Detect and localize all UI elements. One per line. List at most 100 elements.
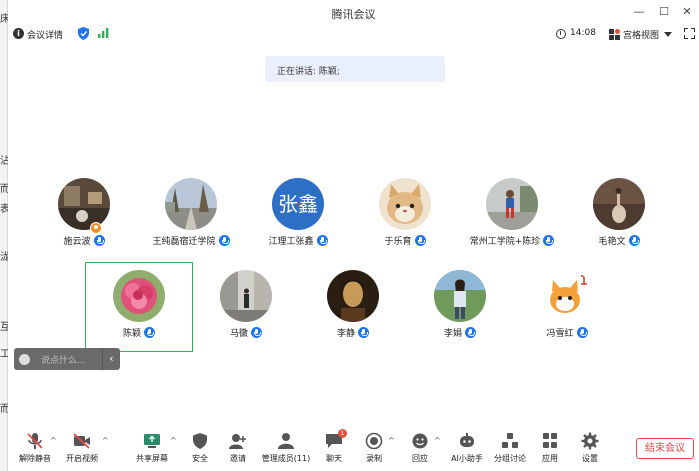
avatar [593, 178, 645, 230]
ai-assistant-button[interactable]: AI小助手 [446, 428, 488, 464]
apps-label: 应用 [542, 454, 558, 463]
collapse-chat-icon[interactable]: ‹ [102, 348, 120, 370]
start-video-label: 开启视频 [66, 454, 98, 463]
chat-input[interactable]: 说点什么... [41, 353, 101, 366]
end-meeting-button[interactable]: 结束会议 [636, 438, 694, 459]
record-icon [365, 432, 383, 450]
shield-icon [193, 433, 207, 449]
participant-name: 王纯磊宿迁学院 [152, 237, 216, 247]
minimize-icon[interactable]: — [632, 5, 646, 19]
settings-button[interactable]: 设置 [576, 428, 604, 464]
unmute-button[interactable]: 解除静音 [14, 428, 56, 464]
speaking-indicator: 正在讲话: 陈颖; [265, 56, 445, 82]
participant-tile[interactable]: 李静 [301, 270, 405, 350]
avatar [379, 178, 431, 230]
close-icon[interactable]: ✕ [680, 5, 694, 19]
mic-icon [576, 327, 588, 338]
participant-name: 毛艳文 [598, 237, 626, 247]
chat-input-box[interactable]: 说点什么... ‹ [14, 348, 120, 370]
unmute-label: 解除静音 [19, 454, 51, 463]
host-icon [90, 222, 102, 234]
ai-assistant-label: AI小助手 [451, 454, 483, 463]
invite-button[interactable]: 邀请 [224, 428, 252, 464]
share-screen-label: 共享屏幕 [136, 454, 168, 463]
security-button[interactable]: 安全 [186, 428, 214, 464]
mic-icon [251, 327, 262, 338]
participant-tile[interactable]: 王纯磊宿迁学院 [139, 178, 243, 258]
reaction-icon [412, 433, 428, 449]
mic-icon [543, 235, 555, 246]
title-bar: 腾讯会议 — ☐ ✕ [8, 0, 699, 26]
share-screen-button[interactable]: 共享屏幕 [132, 428, 172, 464]
grid-view-icon [609, 28, 620, 40]
avatar: 张鑫 [272, 178, 324, 230]
participant-name: 李娟 [443, 329, 462, 339]
avatar [486, 178, 538, 230]
participant-tile[interactable]: 施云波 [32, 178, 136, 258]
record-button[interactable]: 录制 [360, 428, 388, 464]
maximize-icon[interactable]: ☐ [657, 5, 671, 19]
chevron-up-icon[interactable]: ^ [434, 436, 441, 445]
manage-members-label: 管理成员(11) [261, 454, 311, 463]
meeting-window: 腾讯会议 — ☐ ✕ i 会议详情 14:08 宫格视图 正在讲话: 陈颖; 施… [8, 0, 699, 471]
breakout-icon [502, 433, 518, 448]
chat-label: 聊天 [326, 454, 342, 463]
apps-button[interactable]: 应用 [536, 428, 564, 464]
participant-tile[interactable]: 马黴 [194, 270, 298, 350]
participant-tile[interactable]: 于乐育 [353, 178, 457, 258]
info-icon[interactable]: i [13, 28, 24, 39]
members-icon [278, 433, 294, 449]
avatar [327, 270, 379, 322]
mic-icon [144, 327, 155, 338]
participant-name: 江理工张鑫 [268, 237, 314, 247]
participant-name: 冯雪红 [546, 329, 574, 339]
gear-icon [581, 432, 599, 450]
view-mode-button[interactable]: 宫格视图 [609, 27, 673, 41]
avatar [58, 178, 110, 230]
participant-tile[interactable]: 张鑫 江理工张鑫 [246, 178, 350, 258]
apps-icon [543, 433, 557, 448]
participant-tile[interactable]: 常州工学院+陈珍 [460, 178, 564, 258]
chevron-up-icon[interactable]: ^ [170, 436, 177, 445]
meeting-toolbar: 解除静音 ^ 开启视频 ^ 共享屏幕 ^ 安全 邀请 管理成员(11) 1 聊天… [8, 428, 699, 471]
invite-label: 邀请 [230, 454, 246, 463]
participant-tile[interactable]: 冯雪红 [515, 270, 619, 350]
manage-members-button[interactable]: 管理成员(11) [258, 428, 314, 464]
info-bar: i 会议详情 14:08 宫格视图 [8, 26, 699, 44]
signal-icon[interactable] [98, 28, 110, 38]
avatar [220, 270, 272, 322]
participant-tile[interactable]: 陈颖 [87, 270, 191, 350]
chat-button[interactable]: 1 聊天 [320, 428, 348, 464]
mic-icon [316, 235, 328, 246]
chevron-up-icon[interactable]: ^ [102, 436, 109, 445]
participant-name: 李静 [336, 329, 355, 339]
background-window-edge: 床 沾 而 表 泷 互 工 而 [0, 0, 10, 471]
meeting-details-link[interactable]: 会议详情 [27, 28, 63, 41]
avatar [113, 270, 165, 322]
participant-tile[interactable]: 李娟 [408, 270, 512, 350]
mic-icon [93, 235, 105, 246]
fullscreen-icon[interactable] [684, 28, 695, 39]
participant-name: 施云波 [63, 237, 91, 247]
emoji-icon[interactable] [19, 353, 30, 365]
breakout-label: 分组讨论 [494, 454, 526, 463]
ai-assistant-icon [460, 433, 474, 447]
participant-name: 陈颖 [122, 329, 141, 339]
start-video-button[interactable]: 开启视频 [61, 428, 103, 464]
mic-icon [465, 327, 476, 338]
reaction-button[interactable]: 回应 [406, 428, 434, 464]
meeting-time: 14:08 [570, 28, 596, 38]
view-mode-label: 宫格视图 [623, 30, 660, 41]
clock-icon [556, 29, 566, 39]
avatar [165, 178, 217, 230]
breakout-rooms-button[interactable]: 分组讨论 [491, 428, 529, 464]
chevron-up-icon[interactable]: ^ [50, 436, 57, 445]
chat-badge: 1 [338, 429, 347, 438]
shield-icon[interactable] [78, 27, 89, 40]
chevron-down-icon [664, 31, 673, 37]
participant-tile[interactable]: 毛艳文 [567, 178, 671, 258]
chevron-up-icon[interactable]: ^ [388, 436, 395, 445]
mic-icon [628, 235, 640, 246]
mic-icon [218, 235, 230, 246]
share-screen-icon [144, 434, 160, 448]
